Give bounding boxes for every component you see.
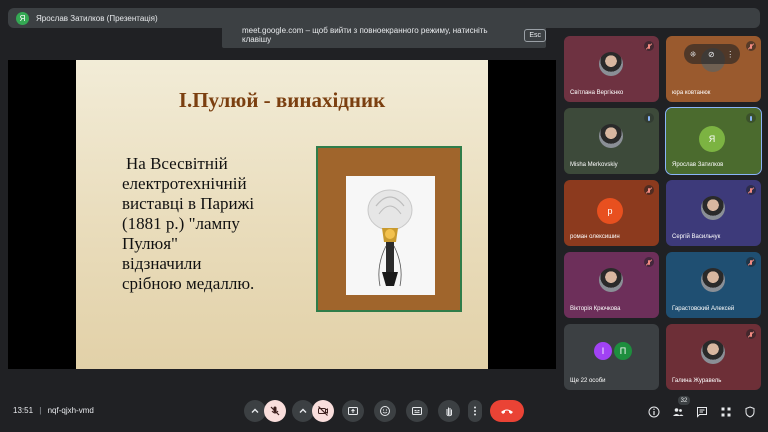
slide-title: І.Пулюй - винахідник — [178, 88, 386, 112]
mic-muted-icon — [746, 41, 756, 51]
mic-muted-icon — [644, 257, 654, 267]
reactions-button[interactable] — [374, 400, 396, 422]
participant-tile[interactable]: Я Ярослав Затилков — [665, 107, 762, 175]
camera-off-icon — [318, 406, 328, 416]
more-vert-icon[interactable]: ⋮ — [726, 50, 734, 59]
participant-tile[interactable]: Галина Журавель — [666, 324, 761, 390]
shield-icon — [745, 406, 755, 418]
people-button[interactable] — [672, 406, 684, 418]
participant-tile[interactable]: Вікторія Крючкова — [564, 252, 659, 318]
participant-tile[interactable]: І П Ще 22 особи — [564, 324, 659, 390]
meeting-code: nqf-qjxh-vmd — [47, 406, 94, 415]
meeting-details-button[interactable] — [648, 406, 660, 418]
meeting-info: 13:51 | nqf-qjxh-vmd — [13, 406, 94, 415]
mic-toggle-button[interactable] — [264, 400, 286, 422]
separator: | — [39, 406, 42, 415]
esc-key: Esc — [524, 28, 546, 42]
participant-photo — [701, 268, 725, 292]
mic-muted-icon — [746, 185, 756, 195]
hang-up-icon — [501, 409, 513, 414]
people-icon — [673, 408, 684, 416]
participant-name: Світлана Вергієнко — [570, 90, 624, 96]
presentation-stage: І.Пулюй - винахідник На Всесвітній елект… — [8, 60, 556, 369]
more-vert-icon — [474, 406, 476, 416]
chat-icon — [697, 407, 707, 418]
slide-line: Пулюя" — [122, 234, 178, 253]
fullscreen-notice-text: meet.google.com – щоб вийти з повноекран… — [242, 26, 488, 44]
more-options-button[interactable] — [468, 400, 482, 422]
participant-name: Ярослав Затилков — [672, 162, 724, 168]
participant-photo — [701, 196, 725, 220]
activities-button[interactable] — [720, 406, 732, 418]
participant-tile[interactable]: Гарастовский Алексей — [666, 252, 761, 318]
hand-icon — [446, 407, 452, 417]
participant-name: Ще 22 особи — [570, 378, 606, 384]
slide-line: виставці в Парижі — [122, 194, 255, 213]
captions-button[interactable] — [406, 400, 428, 422]
participant-tile[interactable]: Сергій Васильчук — [666, 180, 761, 246]
present-screen-icon — [348, 407, 358, 415]
participant-avatar: Я — [699, 126, 725, 152]
participant-photo — [599, 52, 623, 76]
slide-line: На Всесвітній — [126, 154, 228, 173]
participant-photo — [599, 124, 623, 148]
participant-name: Misha Merkovskiy — [570, 162, 618, 168]
mic-muted-icon — [746, 329, 756, 339]
slide-image-frame — [316, 146, 462, 312]
participant-tile[interactable]: р роман олексишин — [564, 180, 659, 246]
mic-muted-icon — [644, 41, 654, 51]
emoji-icon — [380, 406, 390, 416]
captions-icon — [412, 407, 422, 415]
participant-name: Галина Журавель — [672, 378, 722, 384]
chevron-up-icon — [251, 408, 259, 413]
mic-options-button[interactable] — [244, 400, 266, 422]
participant-name: Вікторія Крючкова — [570, 306, 621, 312]
participant-avatar: І — [594, 342, 612, 360]
participant-name: Гарастовский Алексей — [672, 306, 735, 312]
participant-photo — [599, 268, 623, 292]
mic-muted-icon — [644, 185, 654, 195]
mic-active-icon — [644, 113, 654, 123]
fullscreen-notice: meet.google.com – щоб вийти з повноекран… — [222, 22, 546, 48]
raise-hand-button[interactable] — [438, 400, 460, 422]
slide-line: (1881 р.) "лампу — [122, 214, 240, 233]
mic-muted-icon — [746, 257, 756, 267]
participant-tile[interactable]: ⁜ ⊘ ⋮ юра ковтанюк — [666, 36, 761, 102]
pin-icon[interactable]: ⁜ — [690, 50, 697, 59]
mute-participant-icon[interactable]: ⊘ — [708, 50, 715, 59]
people-count-badge: 32 — [678, 396, 690, 405]
apps-grid-icon — [721, 407, 731, 417]
tile-hover-controls[interactable]: ⁜ ⊘ ⋮ — [684, 44, 740, 64]
lamp-image — [346, 176, 435, 295]
leave-call-button[interactable] — [490, 400, 524, 422]
camera-toggle-button[interactable] — [312, 400, 334, 422]
presenter-avatar: Я — [16, 11, 29, 25]
participant-tile[interactable]: Misha Merkovskiy — [564, 108, 659, 174]
chat-button[interactable] — [696, 406, 708, 418]
participant-tile[interactable]: Світлана Вергієнко — [564, 36, 659, 102]
clock-time: 13:51 — [13, 406, 34, 415]
slide-body: На Всесвітній електротехнічній виставці … — [122, 154, 312, 294]
participant-photo — [701, 340, 725, 364]
participant-name: роман олексишин — [570, 234, 620, 240]
chevron-up-icon — [299, 408, 307, 413]
participant-name: Сергій Васильчук — [672, 234, 721, 240]
host-controls-button[interactable] — [744, 406, 756, 418]
present-button[interactable] — [342, 400, 364, 422]
mic-off-icon — [270, 406, 280, 416]
participant-name: юра ковтанюк — [672, 90, 711, 96]
bottom-bar: 13:51 | nqf-qjxh-vmd — [0, 396, 768, 432]
mic-active-icon — [746, 113, 756, 123]
camera-options-button[interactable] — [292, 400, 314, 422]
participant-avatar: р — [597, 198, 623, 224]
presenter-name: Ярослав Затилков (Презентація) — [36, 13, 158, 23]
participant-avatar: П — [614, 342, 632, 360]
info-icon — [648, 406, 660, 418]
slide-line: електротехнічній — [122, 174, 247, 193]
slide-line: срібною медаллю. — [122, 274, 255, 293]
slide-line: відзначили — [122, 254, 202, 273]
slide: І.Пулюй - винахідник На Всесвітній елект… — [76, 60, 488, 369]
